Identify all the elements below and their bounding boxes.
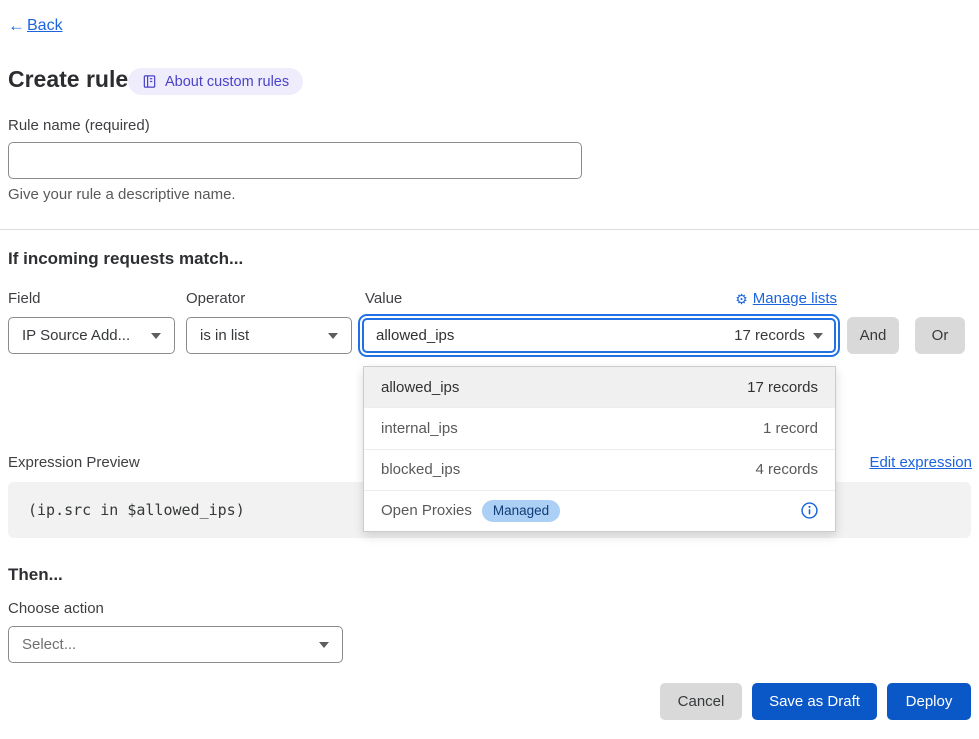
page-title: Create rule bbox=[8, 66, 128, 93]
rule-name-label: Rule name (required) bbox=[8, 117, 150, 134]
dropdown-item-open-proxies[interactable]: Open Proxies Managed bbox=[364, 491, 835, 531]
value-combobox-value: allowed_ips bbox=[376, 327, 454, 344]
operator-column-label: Operator bbox=[186, 290, 245, 307]
managed-badge: Managed bbox=[482, 500, 560, 522]
match-section-heading: If incoming requests match... bbox=[8, 249, 243, 269]
value-combobox-focus-ring: allowed_ips 17 records bbox=[358, 314, 840, 357]
value-combobox-records: 17 records bbox=[734, 327, 805, 344]
value-column-label: Value bbox=[365, 290, 402, 307]
then-section-heading: Then... bbox=[8, 565, 63, 585]
dropdown-item-meta: 1 record bbox=[763, 420, 818, 437]
back-arrow-icon: ← bbox=[8, 16, 25, 36]
gear-icon: ⚙ bbox=[735, 292, 748, 306]
dropdown-item-name: Open Proxies bbox=[381, 502, 472, 519]
manage-lists-link[interactable]: ⚙ Manage lists bbox=[735, 290, 837, 307]
action-select-placeholder: Select... bbox=[22, 636, 76, 653]
dropdown-item-name: blocked_ips bbox=[381, 461, 460, 478]
action-select[interactable]: Select... bbox=[8, 626, 343, 663]
section-divider bbox=[0, 229, 979, 230]
rule-name-helper: Give your rule a descriptive name. bbox=[8, 186, 236, 203]
operator-select-value: is in list bbox=[200, 327, 249, 344]
dropdown-item-allowed-ips[interactable]: allowed_ips 17 records bbox=[364, 367, 835, 408]
back-link[interactable]: ← Back bbox=[8, 16, 63, 36]
rule-name-input[interactable] bbox=[8, 142, 582, 179]
dropdown-item-name: internal_ips bbox=[381, 420, 458, 437]
field-select-value: IP Source Add... bbox=[22, 327, 130, 344]
dropdown-item-meta: 4 records bbox=[755, 461, 818, 478]
save-as-draft-button[interactable]: Save as Draft bbox=[752, 683, 877, 720]
choose-action-label: Choose action bbox=[8, 600, 104, 617]
dropdown-item-blocked-ips[interactable]: blocked_ips 4 records bbox=[364, 450, 835, 491]
field-select[interactable]: IP Source Add... bbox=[8, 317, 175, 354]
expression-code: (ip.src in $allowed_ips) bbox=[28, 501, 245, 519]
expression-preview-label: Expression Preview bbox=[8, 454, 140, 471]
deploy-button[interactable]: Deploy bbox=[887, 683, 971, 720]
info-icon[interactable] bbox=[801, 502, 818, 519]
list-dropdown-panel: allowed_ips 17 records internal_ips 1 re… bbox=[363, 366, 836, 532]
create-rule-page: ← Back Create rule About custom rules Ru… bbox=[0, 0, 979, 739]
book-icon bbox=[142, 74, 157, 89]
chevron-down-icon bbox=[328, 333, 338, 339]
dropdown-item-name: allowed_ips bbox=[381, 379, 459, 396]
and-button[interactable]: And bbox=[847, 317, 899, 354]
about-custom-rules-badge[interactable]: About custom rules bbox=[128, 68, 303, 95]
manage-lists-label: Manage lists bbox=[753, 290, 837, 307]
dropdown-item-internal-ips[interactable]: internal_ips 1 record bbox=[364, 408, 835, 449]
operator-select[interactable]: is in list bbox=[186, 317, 352, 354]
cancel-button[interactable]: Cancel bbox=[660, 683, 742, 720]
field-column-label: Field bbox=[8, 290, 41, 307]
back-link-label: Back bbox=[27, 17, 63, 35]
dropdown-item-meta: 17 records bbox=[747, 379, 818, 396]
edit-expression-link[interactable]: Edit expression bbox=[869, 454, 972, 471]
chevron-down-icon bbox=[151, 333, 161, 339]
chevron-down-icon bbox=[319, 642, 329, 648]
chevron-down-icon bbox=[813, 333, 823, 339]
about-badge-label: About custom rules bbox=[165, 74, 289, 90]
or-button[interactable]: Or bbox=[915, 317, 965, 354]
value-combobox[interactable]: allowed_ips 17 records bbox=[362, 318, 836, 353]
